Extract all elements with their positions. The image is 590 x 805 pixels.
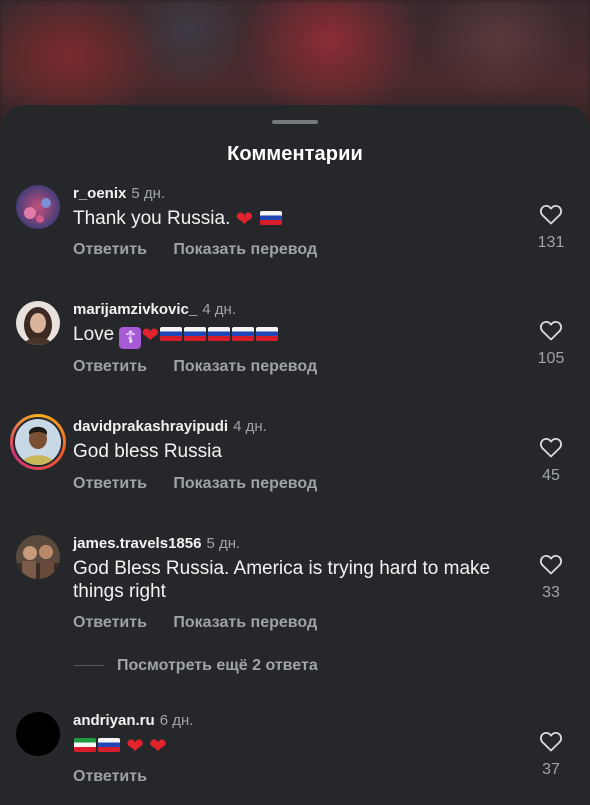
heart-outline-icon[interactable] [539, 436, 563, 458]
comment-time: 5 дн. [131, 185, 166, 202]
flag-russia-icon [160, 327, 183, 341]
comment-time: 6 дн. [159, 712, 194, 729]
red-heart-icon: ❤ [126, 735, 144, 758]
show-translation-button[interactable]: Показать перевод [173, 241, 317, 258]
comment-actions: Ответить Показать перевод [73, 358, 339, 376]
heart-outline-icon[interactable] [539, 319, 563, 341]
flag-russia-icon [232, 327, 255, 341]
avatar[interactable] [16, 301, 60, 345]
comment-actions: Ответить Показать перевод [73, 614, 339, 632]
reply-button[interactable]: Ответить [73, 358, 147, 375]
heart-outline-icon[interactable] [539, 553, 563, 575]
comment-meta: r_oenix 5 дн. [73, 185, 165, 203]
comment-text: Love ☦ ❤ [73, 323, 518, 349]
comment-meta: james.travels1856 5 дн. [73, 535, 240, 553]
comment-username[interactable]: andriyan.ru [73, 712, 155, 729]
red-heart-icon: ❤ [141, 324, 160, 347]
reply-button[interactable]: Ответить [73, 614, 147, 631]
avatar-photo [15, 419, 61, 465]
comment-text-body: Thank you Russia. [73, 208, 231, 229]
flag-russia-icon [256, 327, 279, 341]
comment-username[interactable]: james.travels1856 [73, 535, 201, 552]
avatar [13, 417, 63, 467]
comment-actions: Ответить Показать перевод [73, 241, 339, 259]
reply-thread-line [74, 665, 104, 667]
sheet-drag-handle[interactable] [272, 120, 318, 124]
avatar-story-ring[interactable] [10, 414, 66, 470]
like-group: 105 [532, 319, 570, 368]
like-count: 45 [542, 467, 560, 484]
reply-button[interactable]: Ответить [73, 241, 147, 258]
sheet-title: Комментарии [227, 143, 363, 165]
comment-text-body: Love [73, 324, 115, 345]
view-more-replies-button[interactable]: Посмотреть ещё 2 ответа [74, 657, 318, 675]
comment-text: God bless Russia [73, 441, 222, 462]
comment-meta: andriyan.ru 6 дн. [73, 712, 193, 730]
view-more-replies-label: Посмотреть ещё 2 ответа [117, 657, 318, 674]
comment-username[interactable]: davidprakashrayipudi [73, 418, 228, 435]
comment-time: 5 дн. [206, 535, 241, 552]
flag-russia-icon [208, 327, 231, 341]
like-count: 105 [537, 350, 565, 367]
heart-outline-icon[interactable] [539, 730, 563, 752]
like-count: 33 [542, 584, 560, 601]
avatar[interactable] [16, 712, 60, 756]
flag-russia-icon [259, 211, 282, 225]
like-count: 37 [542, 761, 560, 778]
comment-text: Thank you Russia. ❤ [73, 207, 518, 231]
like-group: 33 [532, 553, 570, 602]
comment-time: 4 дн. [233, 418, 267, 435]
comment-time: 4 дн. [202, 301, 236, 318]
heart-outline-icon[interactable] [539, 203, 563, 225]
avatar[interactable] [16, 535, 60, 579]
show-translation-button[interactable]: Показать перевод [173, 614, 317, 631]
flag-russia-icon [184, 327, 207, 341]
comment-actions: Ответить [73, 768, 169, 786]
comment-text: God Bless Russia. America is trying hard… [73, 558, 491, 602]
comment-meta: marijamzivkovic_ 4 дн. [73, 301, 236, 319]
show-translation-button[interactable]: Показать перевод [173, 475, 317, 492]
orthodox-cross-icon: ☦ [119, 327, 142, 349]
comment-text: ❤ ❤ [73, 734, 518, 758]
reply-button[interactable]: Ответить [73, 768, 147, 785]
flag-russia-icon [98, 738, 120, 752]
show-translation-button[interactable]: Показать перевод [173, 358, 317, 375]
comment-actions: Ответить Показать перевод [73, 475, 339, 493]
like-group: 131 [532, 203, 570, 252]
like-group: 37 [532, 730, 570, 779]
comment-username[interactable]: marijamzivkovic_ [73, 301, 197, 318]
flag-iran-icon [74, 738, 96, 752]
like-count: 131 [537, 234, 565, 251]
avatar[interactable] [16, 185, 60, 229]
like-group: 45 [532, 436, 570, 485]
comment-meta: davidprakashrayipudi 4 дн. [73, 418, 267, 436]
red-heart-icon: ❤ [149, 735, 167, 758]
comment-username[interactable]: r_oenix [73, 185, 126, 202]
red-heart-icon: ❤ [235, 208, 254, 231]
reply-button[interactable]: Ответить [73, 475, 147, 492]
